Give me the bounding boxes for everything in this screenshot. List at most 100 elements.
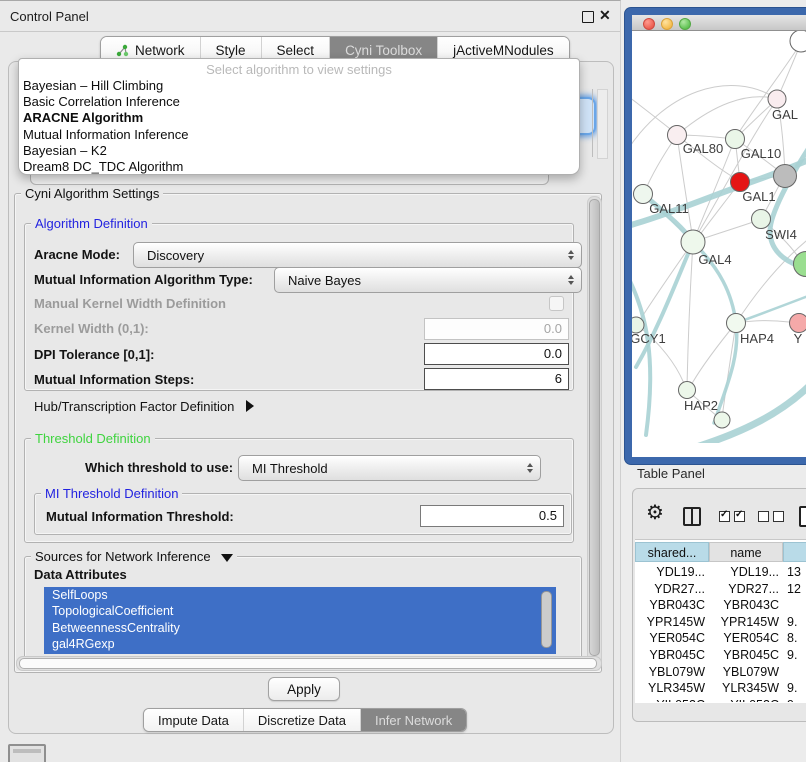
- node-pink-right-label: Y: [794, 331, 803, 346]
- cell-shared-name: YPR145W: [635, 614, 705, 631]
- node-gal4[interactable]: [681, 230, 705, 254]
- dpi-tolerance-field[interactable]: 0.0: [424, 343, 569, 365]
- table-row[interactable]: YLR345WYLR345W9.: [635, 680, 806, 697]
- attribute-item[interactable]: BetweennessCentrality: [44, 620, 556, 636]
- algorithm-placeholder: Select algorithm to view settings: [19, 59, 579, 78]
- zoom-traffic-light-icon[interactable]: [679, 18, 691, 30]
- table-row[interactable]: YBR043CYBR043C: [635, 597, 806, 614]
- mi-steps-field[interactable]: 6: [424, 368, 569, 390]
- node-gal10-label: GAL10: [741, 146, 781, 161]
- column-header[interactable]: shared...: [635, 542, 709, 562]
- node-hap4-label: HAP4: [740, 331, 774, 346]
- float-window-icon[interactable]: [582, 11, 594, 23]
- tab-discretize-data[interactable]: Discretize Data: [243, 709, 360, 731]
- cell-name: YDL19...: [709, 564, 779, 581]
- node-green-right[interactable]: [794, 252, 806, 277]
- algorithm-option[interactable]: Bayesian – Hill Climbing: [19, 78, 579, 94]
- dpi-tolerance-label: DPI Tolerance [0,1]:: [34, 347, 154, 362]
- attribute-item[interactable]: TopologicalCoefficient: [44, 603, 556, 619]
- which-threshold-combo[interactable]: MI Threshold: [238, 455, 541, 481]
- apply-button[interactable]: Apply: [268, 677, 340, 701]
- node-hap2[interactable]: [679, 382, 696, 399]
- table-page-icon[interactable]: [799, 506, 806, 527]
- tab-label: Style: [216, 43, 246, 58]
- node-topright[interactable]: [790, 31, 806, 52]
- node-gcy1-label: GCY1: [632, 331, 666, 346]
- algorithm-option[interactable]: Bayesian – K2: [19, 143, 579, 159]
- attribute-item[interactable]: gal4RGexp: [44, 636, 556, 652]
- table-row[interactable]: YER054CYER054C8.: [635, 630, 806, 647]
- combo-stepper-icon: [527, 456, 533, 480]
- data-attributes-label: Data Attributes: [34, 567, 127, 582]
- table-row[interactable]: YBR045CYBR045C9.: [635, 647, 806, 664]
- table-row[interactable]: YDR27...YDR27...12: [635, 581, 806, 598]
- hub-section-toggle[interactable]: Hub/Transcription Factor Definition: [34, 399, 254, 414]
- cell-value: 9: [787, 697, 794, 702]
- algorithm-list: Bayesian – Hill ClimbingBasic Correlatio…: [19, 78, 579, 175]
- node-gal80-label: GAL80: [683, 141, 723, 156]
- column-header[interactable]: [783, 542, 806, 562]
- minimized-panel-icon[interactable]: [8, 744, 46, 762]
- sources-toggle[interactable]: Sources for Network Inference: [31, 549, 237, 564]
- algorithm-option[interactable]: Mutual Information Inference: [19, 127, 579, 143]
- mi-threshold-field[interactable]: 0.5: [420, 505, 564, 527]
- node-swi4[interactable]: [752, 210, 771, 229]
- panel-edge-line: [592, 89, 593, 157]
- which-threshold-value: MI Threshold: [252, 461, 328, 476]
- aracne-mode-combo[interactable]: Discovery: [133, 242, 582, 268]
- tab-infer-network[interactable]: Infer Network: [360, 709, 466, 731]
- close-traffic-light-icon[interactable]: [643, 18, 655, 30]
- attributes-scrollbar[interactable]: [541, 591, 552, 648]
- node-gray[interactable]: [774, 165, 797, 188]
- table-row[interactable]: YIL052CYIL052C9: [635, 697, 806, 702]
- manual-kernel-checkbox[interactable]: [549, 296, 564, 311]
- node-pink-right[interactable]: [790, 314, 806, 333]
- deselect-all-checkboxes-icon[interactable]: [758, 511, 784, 522]
- minimize-traffic-light-icon[interactable]: [661, 18, 673, 30]
- tab-impute-data[interactable]: Impute Data: [144, 709, 243, 731]
- settings-horizontal-scrollbar[interactable]: [16, 656, 602, 671]
- control-panel-titlebar: Control Panel ✕: [0, 2, 620, 32]
- sources-title: Sources for Network Inference: [35, 549, 211, 564]
- node-bottom[interactable]: [714, 412, 730, 428]
- data-attributes-list[interactable]: SelfLoopsTopologicalCoefficientBetweenne…: [44, 587, 556, 654]
- network-canvas[interactable]: GALGAL80GAL10GAL1GAL11SWI4GAL4GCY1HAP4YH…: [632, 31, 806, 443]
- mi-type-label: Mutual Information Algorithm Type:: [34, 272, 253, 287]
- node-gal-label: GAL: [772, 107, 798, 122]
- node-gal[interactable]: [768, 90, 786, 108]
- table-row[interactable]: YPR145WYPR145W9.: [635, 614, 806, 631]
- column-header[interactable]: name: [709, 542, 783, 562]
- cell-value: 9.: [787, 680, 797, 697]
- algorithm-definition-title: Algorithm Definition: [31, 216, 152, 231]
- chevron-right-icon: [246, 400, 254, 412]
- gear-icon[interactable]: ⚙: [646, 503, 664, 523]
- cell-shared-name: YDL19...: [635, 564, 705, 581]
- algorithm-option[interactable]: Basic Correlation Inference: [19, 94, 579, 110]
- kernel-width-field[interactable]: 0.0: [424, 318, 569, 340]
- aracne-mode-label: Aracne Mode:: [34, 247, 120, 262]
- select-all-checkboxes-icon[interactable]: [719, 511, 745, 522]
- cell-shared-name: YBL079W: [635, 664, 705, 681]
- settings-vertical-scrollbar[interactable]: [587, 196, 602, 670]
- network-window-titlebar[interactable]: [632, 15, 806, 31]
- control-panel-title: Control Panel: [10, 9, 89, 24]
- tab-label: Select: [277, 43, 315, 58]
- attribute-item[interactable]: SelfLoops: [44, 587, 556, 603]
- mi-type-combo[interactable]: Naive Bayes: [274, 267, 582, 293]
- algorithm-option[interactable]: ARACNE Algorithm: [19, 110, 579, 126]
- network-edge: [687, 242, 693, 387]
- close-icon[interactable]: ✕: [599, 7, 611, 24]
- network-icon: [116, 44, 129, 57]
- cell-value: 8.: [787, 630, 797, 647]
- table-row[interactable]: YBL079WYBL079W: [635, 664, 806, 681]
- table-row[interactable]: YDL19...YDL19...13: [635, 564, 806, 581]
- hub-section-label: Hub/Transcription Factor Definition: [34, 399, 234, 414]
- algorithm-option[interactable]: Dream8 DC_TDC Algorithm: [19, 159, 579, 175]
- settings-horizontal-thumb[interactable]: [19, 658, 597, 669]
- bottom-tabs: Impute DataDiscretize DataInfer Network: [143, 708, 467, 732]
- split-columns-icon[interactable]: [683, 507, 701, 526]
- settings-vertical-thumb[interactable]: [589, 199, 600, 656]
- node-hap4[interactable]: [727, 314, 746, 333]
- cell-name: YLR345W: [709, 680, 779, 697]
- cell-name: YBL079W: [709, 664, 779, 681]
